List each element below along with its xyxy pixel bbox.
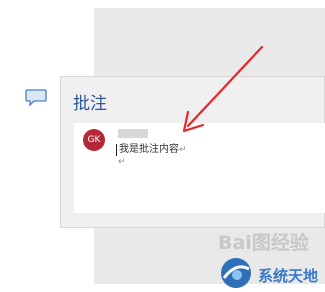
baidu-watermark: Bai图经验 xyxy=(218,232,309,254)
pane-title: 批注 xyxy=(73,94,107,114)
site-watermark-text: 系统天地 xyxy=(258,267,319,285)
comment-icon[interactable] xyxy=(25,89,47,107)
comment-body: 我是批注内容 xyxy=(119,144,179,155)
comment-pane: 批注 GK 我是批注内容↵ ↵ xyxy=(60,76,325,228)
comment-card[interactable]: GK 我是批注内容↵ ↵ xyxy=(74,123,325,213)
screenshot-canvas: 批注 GK 我是批注内容↵ ↵ Bai图经验 系统天地 xyxy=(0,0,325,292)
site-watermark: 系统天地 xyxy=(218,256,323,290)
avatar: GK xyxy=(83,129,105,151)
paragraph-mark-icon: ↵ xyxy=(179,145,187,155)
paragraph-mark-icon: ↵ xyxy=(118,157,126,167)
author-name-redacted xyxy=(118,129,148,138)
site-logo-icon xyxy=(221,258,251,288)
comment-text[interactable]: 我是批注内容↵ xyxy=(116,144,187,156)
